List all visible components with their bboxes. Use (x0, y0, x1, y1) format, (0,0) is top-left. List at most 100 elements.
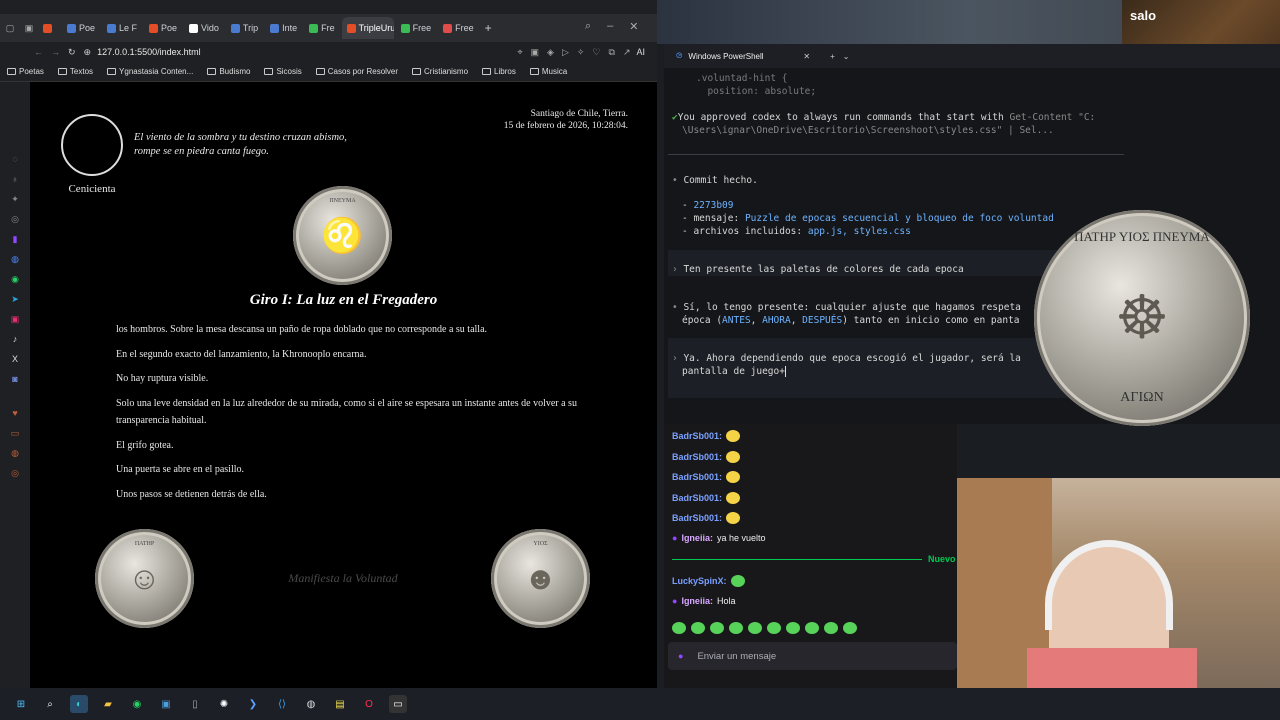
sidebar-icon-heart[interactable]: ♥ (9, 406, 21, 420)
chatgpt-icon[interactable]: ✺ (215, 695, 233, 713)
sidebar-icon-2[interactable]: ♁ (9, 172, 21, 186)
discord-icon[interactable]: ◙ (9, 372, 21, 386)
chat-username[interactable]: Igneiia: (681, 596, 713, 606)
shield-icon[interactable]: ◈ (547, 47, 554, 58)
voluntad-hint[interactable]: Manifiesta la Voluntad (243, 571, 443, 586)
tab-9[interactable]: Free (396, 17, 437, 39)
new-terminal-tab-icon[interactable]: + (830, 52, 835, 61)
bookmark-3[interactable]: Budismo (200, 67, 257, 76)
chat-username[interactable]: BadrSb001: (672, 452, 722, 462)
coin-pater[interactable]: ΠΑΤΗΡ ☺ (95, 529, 194, 628)
chat-input[interactable]: ● Enviar un mensaje (668, 642, 957, 670)
chat-username[interactable]: BadrSb001: (672, 513, 722, 523)
bookmark-8[interactable]: Musica (523, 67, 574, 76)
tiktok-icon[interactable]: ♪ (9, 332, 21, 346)
files-icon[interactable]: ▰ (99, 695, 117, 713)
tab-8[interactable]: TripleUru (341, 17, 394, 39)
bookmark-0[interactable]: Poetas (0, 67, 51, 76)
emote-icon[interactable] (786, 622, 800, 634)
site-info-icon[interactable]: ⊕ (84, 47, 92, 58)
url-field[interactable]: 127.0.0.1:5500/index.html (97, 47, 517, 57)
reload-icon[interactable]: ↻ (68, 47, 76, 58)
bookmark-1[interactable]: Textos (51, 67, 100, 76)
pin-icon[interactable]: ⌖ (517, 47, 522, 58)
back-icon[interactable]: ← (34, 47, 43, 57)
tab-1[interactable]: Poe (62, 17, 100, 39)
terminal-output[interactable]: .voluntad-hint { position: absolute; ✔Yo… (664, 68, 1280, 426)
ai-button[interactable]: AI (636, 47, 645, 57)
obs-icon[interactable]: ◍ (302, 695, 320, 713)
emote-icon[interactable] (748, 622, 762, 634)
whatsapp-taskbar-icon[interactable]: ◉ (128, 695, 146, 713)
sidebar-icon-1[interactable]: ◌ (9, 152, 21, 166)
play-icon[interactable]: ▷ (562, 47, 569, 58)
search-icon[interactable]: ⌕ (41, 695, 59, 713)
chat-username[interactable]: BadrSb001: (672, 431, 722, 441)
emote-icon[interactable] (805, 622, 819, 634)
search-tabs-icon[interactable]: ⌕ (585, 20, 591, 33)
bookmark-2[interactable]: Ygnastasia Conten... (100, 67, 200, 76)
tab-10[interactable]: Free (438, 17, 479, 39)
bookmark-7[interactable]: Libros (475, 67, 523, 76)
tab-6[interactable]: Inte (265, 17, 302, 39)
new-tab-button[interactable]: + (485, 21, 492, 35)
bookmark-6[interactable]: Cristianismo (405, 67, 475, 76)
dropdown-icon[interactable]: ⌄ (843, 52, 850, 61)
mic-icon[interactable]: ● (678, 651, 683, 661)
emote-icon[interactable] (843, 622, 857, 634)
emote-icon[interactable] (824, 622, 838, 634)
terminal-tab-title[interactable]: Windows PowerShell (688, 52, 803, 61)
tab-list-icon[interactable]: ▣ (20, 23, 38, 34)
powershell-taskbar-icon[interactable]: ❯ (244, 695, 262, 713)
sidebar-icon-6[interactable]: ◍ (9, 446, 21, 460)
chat-username[interactable]: Igneiia: (681, 533, 713, 543)
share-icon[interactable]: ↗ (623, 47, 631, 58)
tab-actions-icon[interactable]: ▢ (0, 23, 20, 34)
edge-icon[interactable]: ◐ (70, 695, 88, 713)
emote-bar[interactable] (672, 622, 857, 634)
close-tab-icon[interactable]: ✕ (803, 52, 810, 61)
opera-icon[interactable]: O (360, 695, 378, 713)
close-icon[interactable]: ✕ (629, 20, 638, 33)
chat-username[interactable]: LuckySpinX: (672, 576, 727, 586)
whatsapp-icon[interactable]: ◉ (9, 272, 21, 286)
x-icon[interactable]: X (9, 352, 21, 366)
emote-icon[interactable] (691, 622, 705, 634)
forward-icon[interactable]: → (51, 47, 60, 57)
emote-icon[interactable] (672, 622, 686, 634)
messenger-icon[interactable]: ◍ (9, 252, 21, 266)
tab-2[interactable]: Le F (102, 17, 142, 39)
coin-pneuma[interactable]: ΠΝΕΥΜΑ ♌ (293, 186, 392, 285)
extensions-icon[interactable]: ✧ (577, 47, 585, 58)
tab-3[interactable]: Poe (144, 17, 182, 39)
terminal-taskbar-icon[interactable]: ▭ (389, 695, 407, 713)
screenshot-icon[interactable]: ▣ (531, 47, 540, 58)
sidebar-icon-3[interactable]: ✦ (9, 192, 21, 206)
tab-4[interactable]: Vido (184, 17, 224, 39)
emote-icon[interactable] (729, 622, 743, 634)
emote-icon[interactable] (710, 622, 724, 634)
start-icon[interactable]: ⊞ (12, 695, 30, 713)
avatar-circle[interactable] (61, 114, 123, 176)
coin-yios[interactable]: ΥΙΟΣ ☻ (491, 529, 590, 628)
notes-icon[interactable]: ▤ (331, 695, 349, 713)
tab-0[interactable] (38, 17, 60, 39)
chat-username[interactable]: BadrSb001: (672, 493, 722, 503)
bookmark-4[interactable]: Sicosis (257, 67, 308, 76)
sidebar-icon-7[interactable]: ◎ (9, 466, 21, 480)
instagram-icon[interactable]: ▣ (9, 312, 21, 326)
telegram-icon[interactable]: ➤ (9, 292, 21, 306)
collections-icon[interactable]: ⧉ (609, 47, 615, 58)
sidebar-icon-4[interactable]: ◎ (9, 212, 21, 226)
bookmark-5[interactable]: Casos por Resolver (309, 67, 405, 76)
app-icon[interactable]: ▣ (157, 695, 175, 713)
twitch-icon[interactable]: ▮ (9, 232, 21, 246)
emote-icon[interactable] (767, 622, 781, 634)
tab-5[interactable]: Trip (226, 17, 263, 39)
minimize-icon[interactable]: – (607, 20, 613, 33)
usb-icon[interactable]: ▯ (186, 695, 204, 713)
sidebar-icon-5[interactable]: ▭ (9, 426, 21, 440)
vscode-icon[interactable]: ⟨⟩ (273, 695, 291, 713)
tab-7[interactable]: Fre (304, 17, 340, 39)
favorite-icon[interactable]: ♡ (592, 47, 600, 58)
